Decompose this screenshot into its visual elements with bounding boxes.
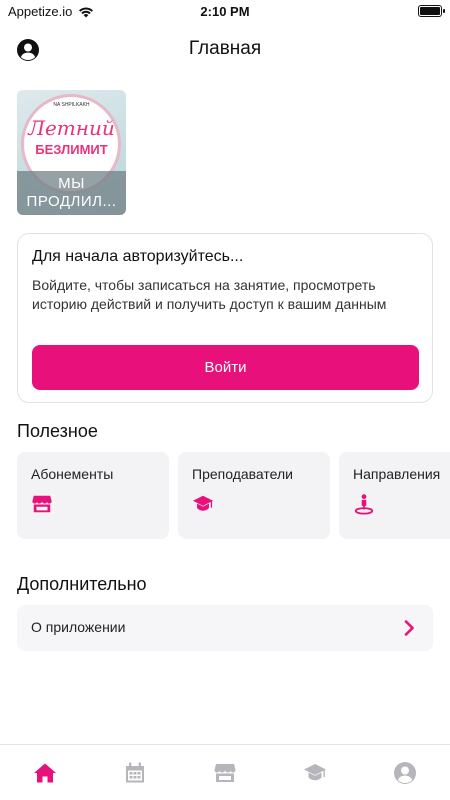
auth-title: Для начала авторизуйтесь... bbox=[32, 248, 244, 265]
page-title: Главная bbox=[188, 38, 262, 59]
status-bar: Appetize.io 2:10 PM bbox=[0, 0, 450, 24]
extra-section-title: Дополнительно bbox=[17, 574, 147, 594]
header: Главная bbox=[0, 32, 450, 68]
person-pin-icon bbox=[354, 494, 374, 515]
about-app-row[interactable]: О приложении bbox=[17, 605, 433, 651]
useful-section-title: Полезное bbox=[17, 421, 98, 441]
battery-icon bbox=[418, 5, 445, 17]
promo-story[interactable]: NA SHPILKAKH Летний БЕЗЛИМИТ МЫ ПРОДЛИЛ.… bbox=[17, 90, 126, 215]
about-app-label: О приложении bbox=[31, 619, 126, 635]
user-icon[interactable] bbox=[393, 761, 417, 785]
tile-label: Преподаватели bbox=[192, 466, 293, 482]
home-icon[interactable] bbox=[33, 761, 57, 785]
promo-bold-text: БЕЗЛИМИТ bbox=[35, 142, 108, 157]
auth-text: Войдите, чтобы записаться на занятие, пр… bbox=[32, 277, 387, 312]
promo-caption: МЫ ПРОДЛИЛ... bbox=[17, 171, 126, 215]
login-button[interactable]: Войти bbox=[32, 345, 419, 390]
tile-teachers[interactable]: Преподаватели bbox=[178, 452, 330, 539]
useful-tiles: Абонементы Преподаватели Направления bbox=[17, 452, 450, 539]
tile-label: Абонементы bbox=[31, 466, 114, 482]
promo-brand: NA SHPILKAKH bbox=[53, 102, 90, 108]
chevron-right-icon bbox=[404, 620, 414, 636]
tile-subscriptions[interactable]: Абонементы bbox=[17, 452, 169, 539]
tile-label: Направления bbox=[353, 466, 441, 482]
graduation-cap-icon[interactable] bbox=[303, 761, 327, 785]
tab-bar bbox=[0, 744, 450, 800]
store-icon[interactable] bbox=[213, 761, 237, 785]
status-time: 2:10 PM bbox=[200, 4, 250, 19]
graduation-cap-icon bbox=[192, 495, 214, 511]
tile-directions[interactable]: Направления bbox=[339, 452, 450, 539]
calendar-icon[interactable] bbox=[123, 761, 147, 785]
auth-card: Для начала авторизуйтесь... Войдите, что… bbox=[17, 233, 433, 403]
promo-script-text: Летний bbox=[28, 116, 115, 140]
store-icon bbox=[32, 495, 52, 513]
